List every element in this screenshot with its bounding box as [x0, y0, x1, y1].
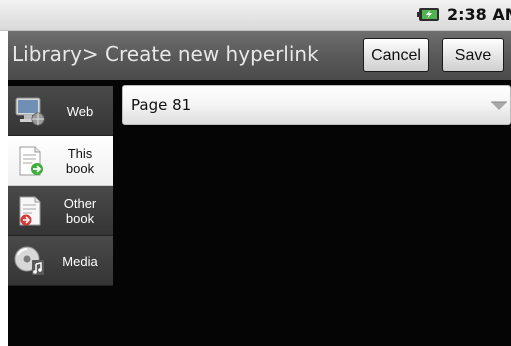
sidebar-item-web[interactable]: Web: [8, 86, 113, 136]
sidebar-item-label: Web: [66, 103, 94, 119]
main-panel: Web This book Other book Media Page 81: [8, 80, 511, 346]
document-arrow-icon: [19, 146, 43, 176]
disc-music-icon: [14, 246, 44, 275]
sidebar-item-this-book[interactable]: This book: [8, 136, 113, 186]
page-select-value: Page 81: [131, 96, 192, 114]
status-bar: 2:38 AM: [0, 0, 511, 31]
sidebar-item-media[interactable]: Media: [8, 236, 113, 286]
sidebar-item-label: Other book: [63, 196, 97, 226]
sidebar-item-other-book[interactable]: Other book: [8, 186, 113, 236]
sidebar-item-label: Media: [62, 253, 98, 269]
sidebar-item-label: This book: [65, 146, 95, 176]
cancel-button[interactable]: Cancel: [363, 38, 429, 72]
screen: 2:38 AM Library> Create new hyperlink Ca…: [0, 0, 511, 346]
chevron-down-icon: [491, 101, 507, 110]
page-title: Library> Create new hyperlink: [12, 42, 319, 66]
computer-globe-icon: [15, 97, 45, 126]
battery-charging-icon: [417, 8, 439, 21]
link-type-sidebar: Web This book Other book Media: [8, 86, 113, 286]
page-select-dropdown[interactable]: Page 81: [122, 85, 511, 125]
document-red-icon: [19, 196, 41, 226]
save-button[interactable]: Save: [442, 38, 504, 72]
status-time: 2:38 AM: [447, 5, 511, 24]
title-bar: Library> Create new hyperlink Cancel Sav…: [8, 31, 511, 80]
